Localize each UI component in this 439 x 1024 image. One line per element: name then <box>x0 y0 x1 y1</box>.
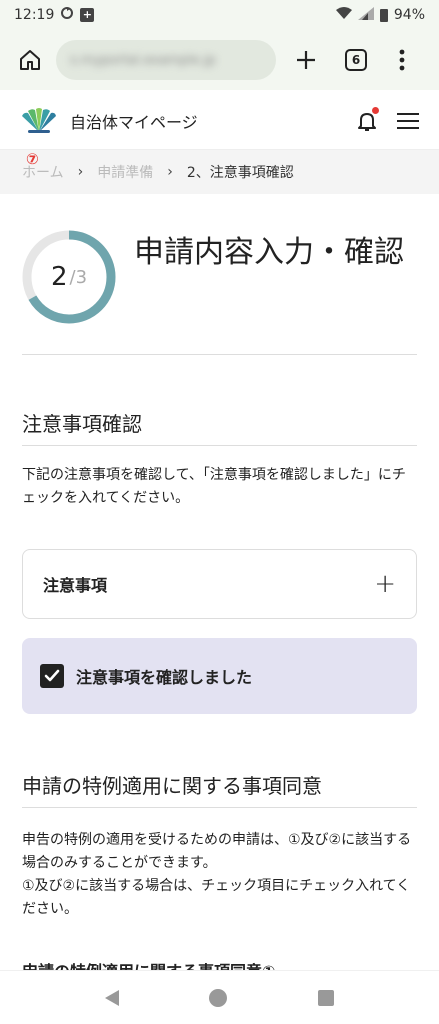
recents-nav-icon[interactable] <box>317 989 334 1006</box>
new-tab-button[interactable] <box>288 42 324 78</box>
notifications-button[interactable] <box>355 106 379 133</box>
site-title: 自治体マイページ <box>70 112 198 132</box>
notice-description: 下記の注意事項を確認して、「注意事項を確認しました」にチェックを入れてください。 <box>22 467 406 506</box>
special-description: 申告の特例の適用を受けるための申請は、①及び②に該当する場合のみすることができま… <box>22 832 412 917</box>
special-section-title: 申請の特例適用に関する事項同意 <box>22 774 322 798</box>
hamburger-menu-button[interactable] <box>397 112 419 129</box>
confirm-checkbox-row[interactable]: 注意事項を確認しました <box>22 638 417 714</box>
tab-switcher-button[interactable]: 6 <box>338 42 374 78</box>
home-nav-icon[interactable] <box>209 988 228 1007</box>
battery-level: 94% <box>393 7 425 23</box>
battery-icon <box>379 8 388 22</box>
signal-icon <box>357 6 374 24</box>
browser-toolbar: s.myportal.example.jp 6 <box>0 30 439 90</box>
chevron-right-icon: › <box>167 164 173 180</box>
chevron-right-icon: › <box>77 164 84 180</box>
browser-menu-button[interactable] <box>384 42 420 78</box>
notice-section-title: 注意事項確認 <box>22 412 142 436</box>
divider <box>22 354 417 355</box>
notice-accordion[interactable]: 注意事項 + <box>22 549 417 619</box>
progress-section: 2 /3 申請内容入力・確認 <box>22 226 417 324</box>
fan-logo-icon <box>22 107 56 133</box>
confirm-checkbox[interactable] <box>40 664 64 688</box>
wifi-icon <box>335 6 352 24</box>
breadcrumb-prepare[interactable]: 申請準備 <box>97 162 153 182</box>
divider <box>22 807 417 808</box>
status-time: 12:19 <box>14 7 55 23</box>
notification-dot <box>372 106 379 114</box>
url-text: s.myportal.example.jp <box>70 52 216 68</box>
sync-icon <box>60 6 74 24</box>
check-icon <box>44 669 60 682</box>
accordion-label: 注意事項 <box>43 576 108 595</box>
system-nav-bar <box>0 970 439 1024</box>
divider <box>22 445 417 446</box>
status-bar: 12:19 + 94% <box>0 0 439 30</box>
add-notification-icon: + <box>80 8 95 22</box>
progress-total: /3 <box>69 266 88 288</box>
plus-icon <box>297 51 315 69</box>
tab-count: 6 <box>345 49 367 71</box>
site-header: 自治体マイページ <box>0 92 439 150</box>
home-icon <box>20 50 40 70</box>
breadcrumb: ホーム › 申請準備 › 2、注意事項確認 <box>0 150 439 194</box>
progress-current: 2 <box>50 262 68 292</box>
more-vert-icon <box>399 49 405 71</box>
site-logo[interactable]: 自治体マイページ <box>20 107 198 134</box>
confirm-label: 注意事項を確認しました <box>76 668 253 687</box>
annotation-marker: ⑦ <box>26 150 39 168</box>
breadcrumb-current: 2、注意事項確認 <box>186 165 294 181</box>
progress-ring: 2 /3 <box>22 230 116 324</box>
expand-plus-icon[interactable]: + <box>374 569 396 599</box>
home-button[interactable] <box>12 42 48 78</box>
back-nav-icon[interactable] <box>105 989 120 1006</box>
page-title: 申請内容入力・確認 <box>134 235 404 270</box>
address-bar[interactable]: s.myportal.example.jp <box>56 40 276 80</box>
